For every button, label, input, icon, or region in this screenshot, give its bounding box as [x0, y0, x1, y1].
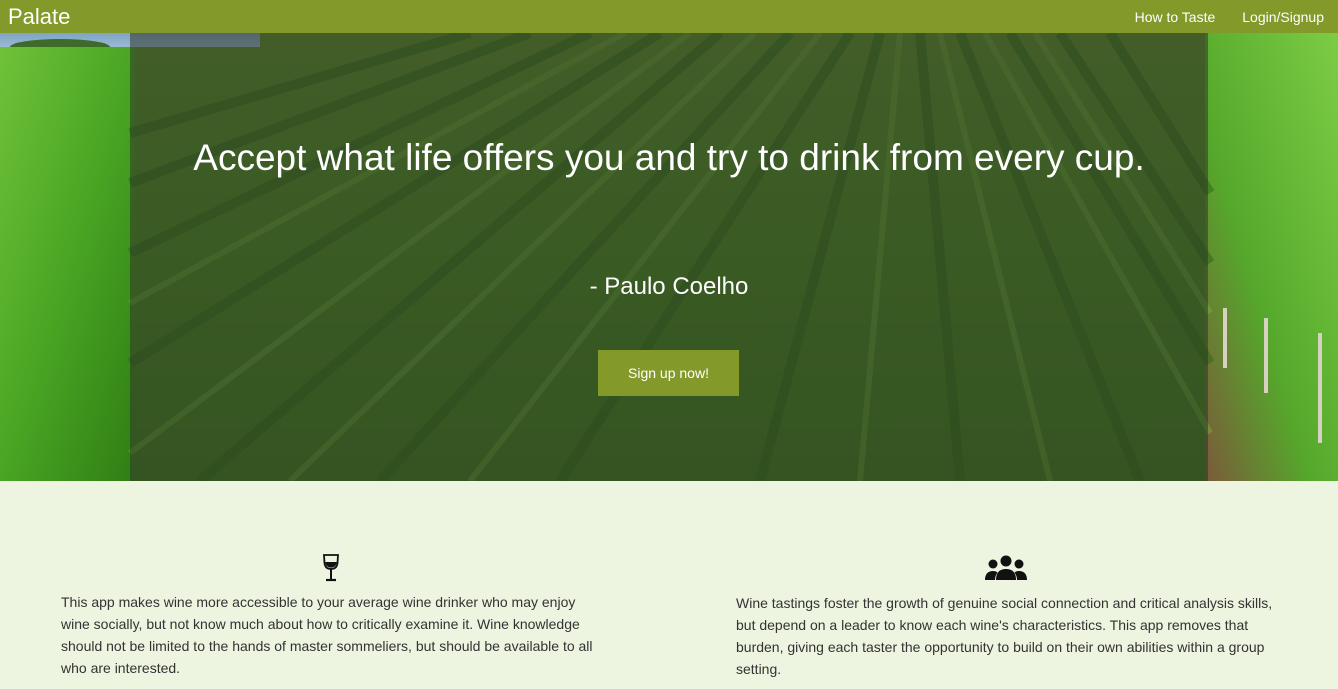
nav-login-signup[interactable]: Login/Signup — [1242, 9, 1324, 25]
navbar: Palate How to Taste Login/Signup — [0, 0, 1338, 33]
feature-social-tasting: Wine tastings foster the growth of genui… — [736, 553, 1281, 680]
feature-text: This app makes wine more accessible to y… — [61, 594, 593, 676]
brand-logo[interactable]: Palate — [0, 4, 70, 29]
users-icon — [985, 555, 1027, 580]
feature-text: Wine tastings foster the growth of genui… — [736, 595, 1273, 677]
hero-content: Accept what life offers you and try to d… — [130, 33, 1208, 481]
nav-links: How to Taste Login/Signup — [1108, 9, 1338, 25]
hero-quote-author: - Paulo Coelho — [589, 273, 749, 300]
signup-button[interactable]: Sign up now! — [598, 350, 739, 396]
feature-wine-accessibility: This app makes wine more accessible to y… — [61, 553, 606, 679]
nav-how-to-taste[interactable]: How to Taste — [1135, 9, 1216, 25]
hero-quote: Accept what life offers you and try to d… — [193, 137, 1145, 178]
hero-section: Accept what life offers you and try to d… — [0, 33, 1338, 481]
wine-glass-icon — [323, 554, 339, 582]
